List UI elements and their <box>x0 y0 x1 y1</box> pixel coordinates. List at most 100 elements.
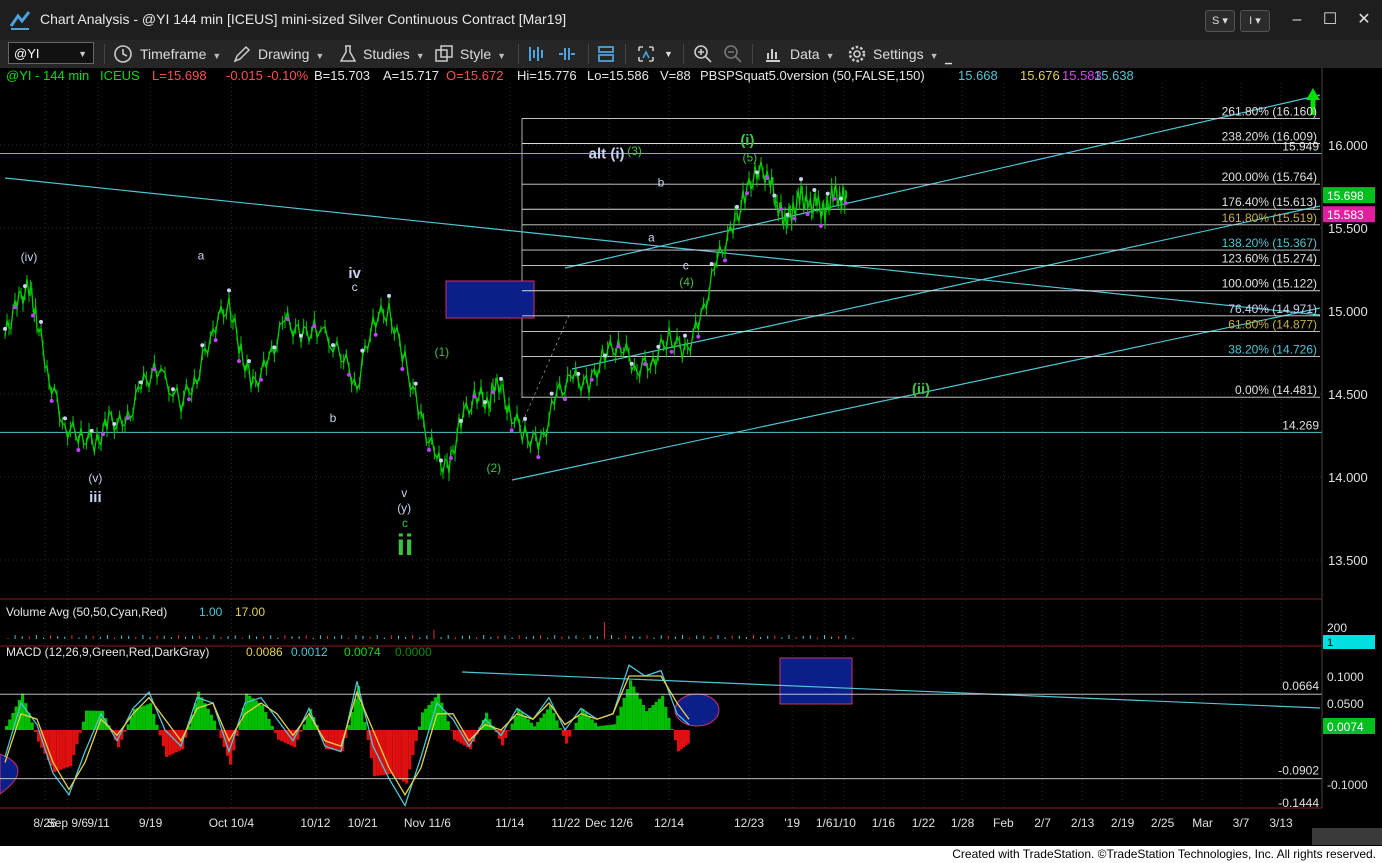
chevron-down-icon: ▼ <box>315 51 325 61</box>
style-menu[interactable]: Style ▼ <box>460 43 506 65</box>
macd-histogram-bar <box>334 730 338 751</box>
fib-level-label: 123.60% (15.274) <box>1222 252 1317 266</box>
macd-histogram-bar <box>629 680 633 730</box>
header-high: Hi=15.776 <box>517 68 577 83</box>
macd-histogram-bar <box>648 708 652 730</box>
settings-menu[interactable]: Settings ▼ <box>873 43 939 65</box>
i-link-button[interactable]: I ▾ <box>1240 10 1270 32</box>
macd-histogram-bar <box>667 717 671 730</box>
macd-histogram-bar <box>171 730 175 754</box>
macd-histogram-bar <box>216 729 220 730</box>
x-tick-label: Mar <box>1192 816 1213 830</box>
macd-tick-label: 0.1000 <box>1327 670 1364 684</box>
swing-marker <box>563 397 567 402</box>
swing-marker <box>13 305 17 310</box>
macd-histogram-bar <box>337 730 341 751</box>
timeframe-menu[interactable]: Timeframe ▼ <box>140 43 221 65</box>
x-tick-label: 1/28 <box>951 816 975 830</box>
title-bar: Chart Analysis - @YI 144 min [ICEUS] min… <box>0 0 1382 40</box>
wave-label: (v) <box>88 471 102 485</box>
fib-level-label: 76.40% (14.971) <box>1228 302 1317 316</box>
drawing-menu[interactable]: Drawing ▼ <box>258 43 324 65</box>
swing-marker <box>799 177 803 182</box>
swing-marker <box>696 334 701 339</box>
y-tick-label: 15.000 <box>1328 304 1368 319</box>
swing-marker <box>819 223 823 228</box>
wave-label: v <box>401 486 407 500</box>
compress-bars-icon[interactable] <box>556 43 578 65</box>
macd-histogram-bar <box>264 712 268 730</box>
chart-area[interactable]: 261.80% (16.160)238.20% (16.009)200.00% … <box>0 68 1382 846</box>
bar-spacing-icon[interactable] <box>525 43 547 65</box>
macd-histogram-bar <box>392 730 396 776</box>
wave-label: a <box>648 230 655 244</box>
macd-histogram-bar <box>673 730 677 741</box>
macd-histogram-bar <box>529 722 533 730</box>
x-tick-label: 3/7 <box>1233 816 1250 830</box>
swing-marker <box>669 349 674 354</box>
macd-histogram-bar <box>350 712 354 730</box>
chevron-down-icon[interactable]: ▼ <box>664 43 673 65</box>
swing-marker <box>400 366 405 371</box>
swing-marker <box>812 187 817 192</box>
minimize-button[interactable]: – <box>1283 8 1311 32</box>
data-menu[interactable]: Data ▼ <box>790 43 835 65</box>
swing-marker <box>272 345 277 350</box>
macd-histogram-bar <box>328 730 332 750</box>
volume-tick-label: 1 <box>1327 637 1333 649</box>
swing-marker <box>772 193 777 198</box>
swing-marker <box>285 317 290 322</box>
macd-histogram-bar <box>561 730 565 736</box>
chart-toolbar: @YI ▼ Timeframe ▼ Drawing ▼ Studies ▼ Style ▼… <box>0 40 1382 69</box>
macd-histogram-bar <box>78 730 82 733</box>
style-icon <box>435 45 453 62</box>
studies-menu[interactable]: Studies ▼ <box>363 43 425 65</box>
macd-histogram-bar <box>305 716 309 730</box>
wave-label: c <box>402 516 408 530</box>
zoom-in-icon[interactable] <box>692 43 714 65</box>
swing-marker <box>629 361 634 366</box>
maximize-button[interactable]: ☐ <box>1316 8 1344 32</box>
swing-marker <box>413 381 418 386</box>
macd-histogram-bar <box>622 697 626 730</box>
macd-histogram-bar <box>638 698 642 730</box>
x-tick-label: 12/14 <box>654 816 684 830</box>
macd-histogram-bar <box>139 706 143 730</box>
macd-histogram-bar <box>593 722 597 730</box>
swing-marker <box>779 206 783 211</box>
fib-level-label: 176.40% (15.613) <box>1222 195 1317 209</box>
macd-histogram-bar <box>523 715 527 730</box>
chevron-down-icon: ▼ <box>825 51 835 61</box>
zoom-out-icon[interactable] <box>722 43 744 65</box>
swing-marker <box>125 416 130 421</box>
macd-histogram-bar <box>443 712 447 730</box>
macd-histogram-bar <box>641 704 645 730</box>
symbol-input[interactable]: @YI ▼ <box>8 42 94 64</box>
macd-histogram-bar <box>149 703 153 730</box>
macd-histogram-bar <box>158 730 162 736</box>
swing-marker <box>312 324 317 329</box>
window-layout-icon[interactable] <box>595 43 617 65</box>
toolbar-overflow-icon[interactable]: ▁ <box>945 48 952 70</box>
swing-marker <box>360 348 365 353</box>
chevron-down-icon: ▼ <box>415 51 425 61</box>
x-tick-label: 9/11 <box>87 816 110 830</box>
crosshair-select-icon[interactable] <box>635 43 657 65</box>
swing-marker <box>247 359 251 364</box>
close-button[interactable]: ✕ <box>1350 8 1378 32</box>
macd-histogram-bar <box>597 726 601 730</box>
wave-label: (5) <box>742 151 757 165</box>
s-link-button[interactable]: S ▾ <box>1205 10 1235 32</box>
macd-histogram-bar <box>136 707 140 730</box>
swing-marker <box>459 418 463 423</box>
macd-header-value-3: 0.0074 <box>344 645 381 659</box>
macd-histogram-bar <box>603 725 607 730</box>
swing-marker <box>709 262 714 267</box>
scroll-thumb[interactable] <box>1312 828 1382 845</box>
toolbar-divider <box>625 44 626 64</box>
swing-marker <box>589 377 594 382</box>
macd-histogram-bar <box>347 725 351 730</box>
macd-histogram-bar <box>401 730 405 782</box>
swing-marker <box>39 319 43 324</box>
macd-histogram-bar <box>417 726 421 730</box>
